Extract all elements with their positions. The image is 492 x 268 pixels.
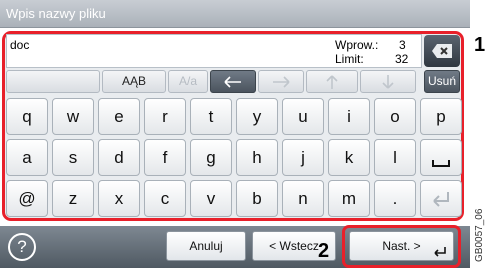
key-z[interactable]: z	[52, 180, 94, 217]
key-h[interactable]: h	[236, 139, 278, 176]
key-at[interactable]: @	[6, 180, 48, 217]
arrow-left-icon	[224, 76, 241, 88]
backspace-icon	[432, 44, 452, 58]
key-t[interactable]: t	[190, 98, 232, 135]
key-c[interactable]: c	[144, 180, 186, 217]
image-code: GB0057_06	[474, 208, 485, 262]
accent-case-label: AĄB	[121, 74, 146, 88]
key-a[interactable]: a	[6, 139, 48, 176]
accent-case-button[interactable]: AĄB	[102, 70, 166, 93]
key-r[interactable]: r	[144, 98, 186, 135]
key-period[interactable]: .	[374, 180, 416, 217]
key-g[interactable]: g	[190, 139, 232, 176]
key-b[interactable]: b	[236, 180, 278, 217]
key-i[interactable]: i	[328, 98, 370, 135]
key-m[interactable]: m	[328, 180, 370, 217]
space-icon	[432, 160, 450, 167]
key-o[interactable]: o	[374, 98, 416, 135]
space-key[interactable]	[420, 139, 462, 176]
cursor-left-button[interactable]	[210, 70, 256, 93]
enter-icon	[433, 192, 449, 207]
limit-label: Limit:	[335, 52, 364, 66]
help-icon: ?	[17, 237, 27, 256]
key-y[interactable]: y	[236, 98, 278, 135]
enter-key[interactable]	[420, 180, 462, 217]
key-d[interactable]: d	[98, 139, 140, 176]
cancel-label: Anuluj	[189, 239, 223, 253]
next-highlight-frame	[342, 225, 461, 268]
key-n[interactable]: n	[282, 180, 324, 217]
key-x[interactable]: x	[98, 180, 140, 217]
key-q[interactable]: q	[6, 98, 48, 135]
help-button[interactable]: ?	[8, 233, 36, 261]
key-u[interactable]: u	[282, 98, 324, 135]
backspace-button[interactable]	[424, 35, 460, 67]
key-e[interactable]: e	[98, 98, 140, 135]
file-name-input[interactable]: doc Wprow.: 3 Limit: 32	[6, 34, 422, 68]
key-w[interactable]: w	[52, 98, 94, 135]
key-f[interactable]: f	[144, 139, 186, 176]
limit-value: 32	[395, 52, 409, 66]
key-s[interactable]: s	[52, 139, 94, 176]
title-bar: Wpis nazwy pliku	[0, 0, 470, 28]
delete-button[interactable]: Usuń	[424, 70, 460, 93]
key-j[interactable]: j	[282, 139, 324, 176]
key-p[interactable]: p	[420, 98, 462, 135]
case-button-left[interactable]	[6, 70, 100, 93]
cursor-down-button[interactable]	[360, 70, 416, 93]
entry-count-label: Wprow.:	[335, 38, 379, 52]
arrow-down-icon	[382, 75, 394, 89]
window-title: Wpis nazwy pliku	[6, 6, 106, 21]
delete-label: Usuń	[427, 74, 456, 88]
entry-count-value: 3	[399, 38, 406, 52]
file-name-value: doc	[10, 38, 30, 52]
arrow-up-icon	[326, 75, 338, 89]
alpha-case-button[interactable]: A/a	[168, 70, 208, 93]
back-label: < Wstecz	[269, 239, 319, 253]
callout-2: 2	[318, 240, 330, 262]
arrow-right-icon	[273, 76, 290, 88]
callout-1: 1	[474, 34, 486, 56]
cursor-right-button[interactable]	[258, 70, 304, 93]
alpha-case-label: A/a	[178, 74, 197, 88]
cursor-up-button[interactable]	[306, 70, 358, 93]
key-k[interactable]: k	[328, 139, 370, 176]
cancel-button[interactable]: Anuluj	[166, 231, 246, 261]
file-name-entry-screen: Wpis nazwy pliku doc Wprow.: 3 Limit: 32…	[0, 0, 470, 268]
key-l[interactable]: l	[374, 139, 416, 176]
key-v[interactable]: v	[190, 180, 232, 217]
